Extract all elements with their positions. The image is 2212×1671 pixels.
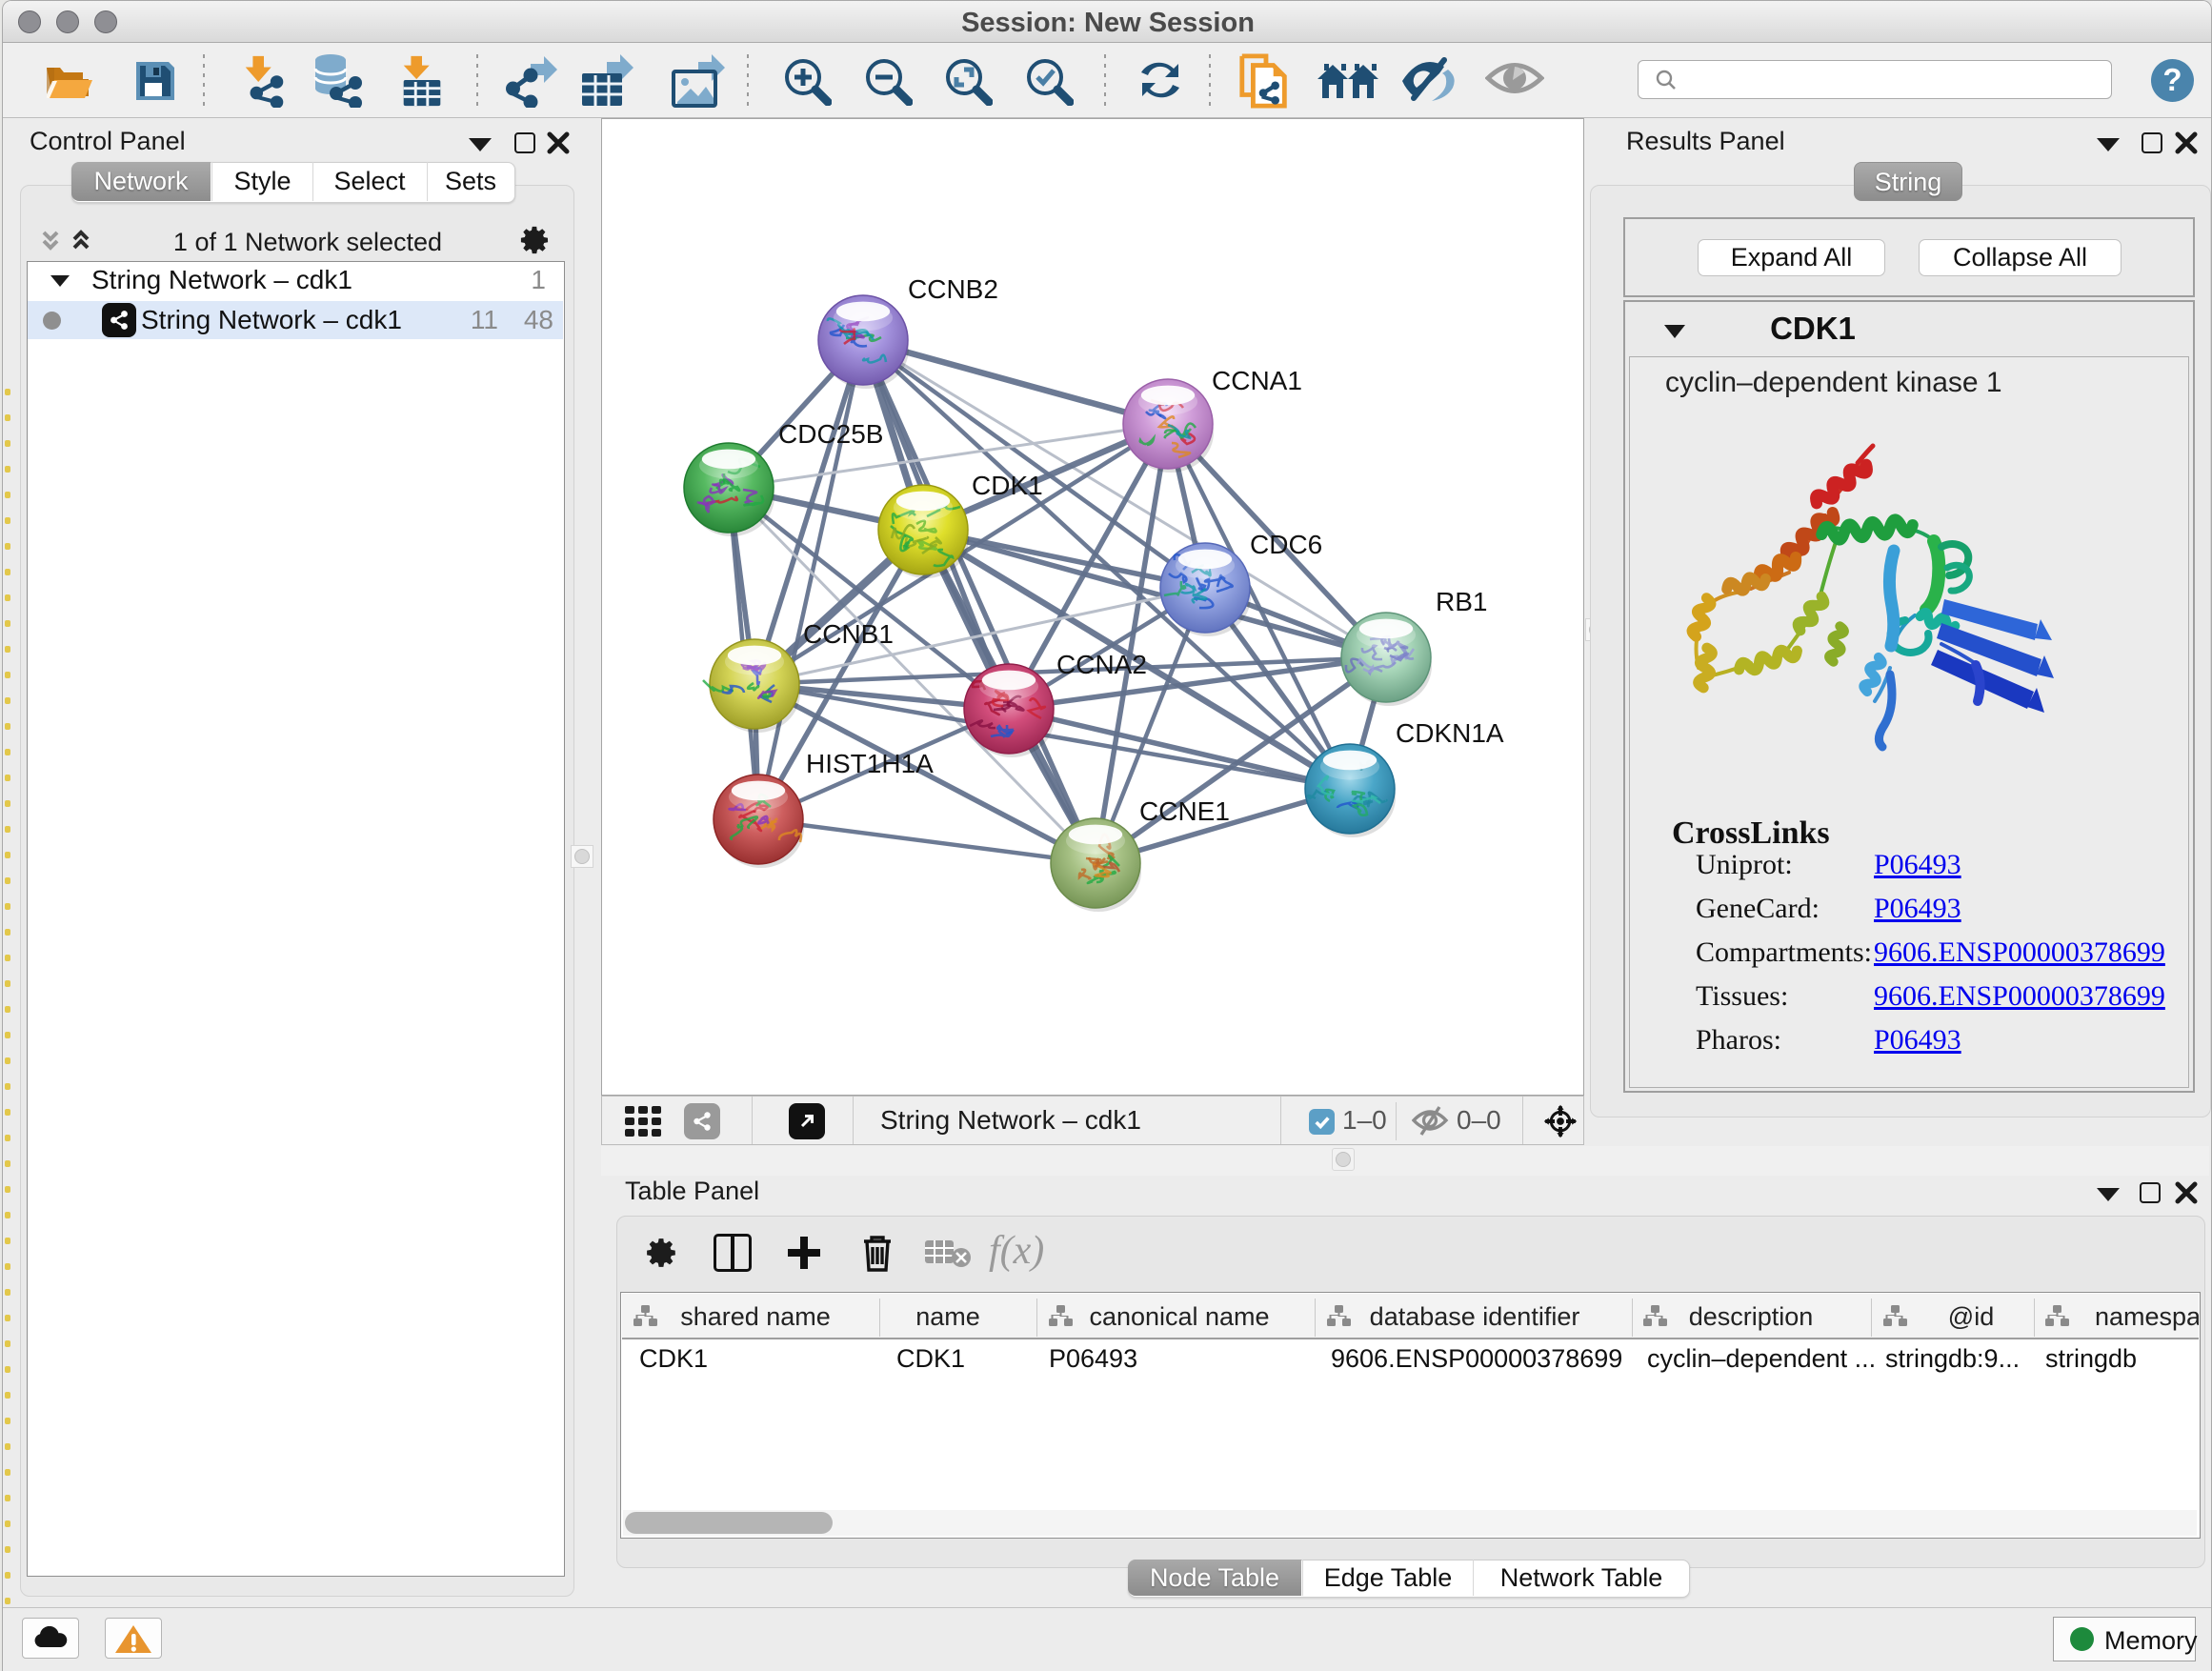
svg-text:CCNE1: CCNE1	[1139, 796, 1230, 826]
svg-text:CCNA2: CCNA2	[1056, 650, 1147, 679]
svg-text:CCNB1: CCNB1	[803, 619, 894, 649]
svg-text:HIST1H1A: HIST1H1A	[806, 749, 934, 778]
svg-text:RB1: RB1	[1436, 587, 1487, 616]
svg-text:CDC25B: CDC25B	[778, 419, 883, 449]
svg-text:CDC6: CDC6	[1250, 530, 1322, 559]
svg-text:CCNA1: CCNA1	[1212, 366, 1302, 395]
svg-text:CDKN1A: CDKN1A	[1396, 718, 1504, 748]
svg-text:CCNB2: CCNB2	[908, 274, 998, 304]
svg-text:CDK1: CDK1	[972, 471, 1043, 500]
